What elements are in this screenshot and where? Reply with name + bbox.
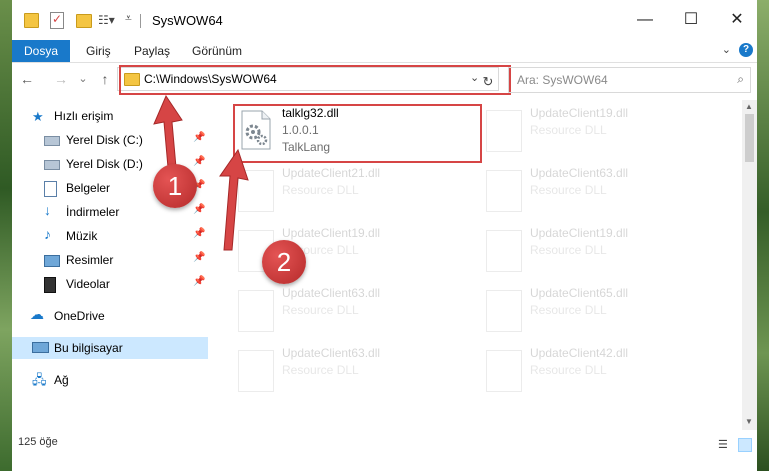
quick-access-dropdown-icon[interactable]: ⩡: [125, 11, 132, 26]
vertical-scrollbar[interactable]: ▲ ▼: [742, 100, 757, 430]
properties-icon[interactable]: ✓: [50, 12, 64, 29]
scrollbar-thumb[interactable]: [745, 114, 754, 162]
file-highlight-box: [233, 104, 482, 163]
new-folder-icon[interactable]: [76, 14, 92, 28]
sidebar-item-label: İndirmeler: [66, 205, 120, 219]
drive-icon: [44, 160, 60, 170]
recent-locations-button[interactable]: ⌄: [74, 70, 92, 88]
ribbon-tabs: Dosya Giriş Paylaş Görünüm ⌄ ?: [12, 40, 757, 63]
dll-file-icon: [486, 350, 522, 392]
title-divider: [140, 14, 141, 28]
music-icon: ♪: [44, 226, 51, 242]
sidebar-item-label: Müzik: [66, 229, 98, 243]
search-input[interactable]: Ara: SysWOW64: [517, 73, 608, 87]
tab-paylas[interactable]: Paylaş: [134, 40, 170, 62]
file-description: Resource DLL: [282, 303, 359, 317]
search-icon[interactable]: ⌕: [737, 72, 744, 87]
computer-icon: [32, 342, 49, 353]
file-name: UpdateClient63.dll: [282, 346, 381, 360]
file-item[interactable]: UpdateClient21.dll Resource DLL: [232, 164, 462, 222]
tiles-view-icon[interactable]: [738, 438, 752, 452]
file-description: Resource DLL: [530, 363, 607, 377]
file-description: Resource DLL: [530, 243, 607, 257]
download-icon: ↓: [44, 202, 51, 218]
file-item[interactable]: UpdateClient19.dll Resource DLL: [480, 224, 710, 282]
file-item[interactable]: UpdateClient63.dll Resource DLL: [232, 284, 462, 342]
sidebar-item-label: Resimler: [66, 253, 114, 267]
search-box[interactable]: Ara: SysWOW64 ⌕: [508, 67, 751, 93]
sidebar-item-label: Belgeler: [66, 181, 111, 195]
file-item[interactable]: UpdateClient65.dll Resource DLL: [480, 284, 710, 342]
file-description: Resource DLL: [530, 183, 607, 197]
refresh-button[interactable]: ↻: [479, 73, 497, 91]
file-item[interactable]: UpdateClient19.dll Resource DLL: [480, 104, 710, 162]
step-1-badge: 1: [153, 164, 197, 208]
sidebar-item-network[interactable]: 🖧 Ağ: [12, 369, 208, 391]
dll-file-icon: [486, 230, 522, 272]
dll-file-icon: [486, 170, 522, 212]
dll-file-icon: [486, 110, 522, 152]
status-bar: 125 öğe ☰: [12, 430, 757, 452]
annotation-arrows: [153, 94, 249, 251]
drive-icon: [44, 136, 60, 146]
tab-dosya[interactable]: Dosya: [12, 40, 70, 62]
star-icon: ★: [32, 109, 44, 124]
file-name: UpdateClient63.dll: [282, 286, 381, 300]
file-item[interactable]: UpdateClient42.dll Resource DLL: [480, 344, 710, 402]
file-description: Resource DLL: [530, 123, 607, 137]
folder-icon: [24, 13, 39, 28]
file-name: UpdateClient19.dll: [530, 106, 629, 120]
file-name: UpdateClient42.dll: [530, 346, 629, 360]
close-button[interactable]: ✕: [714, 8, 760, 32]
pictures-icon: [44, 255, 60, 267]
minimize-button[interactable]: —: [622, 8, 668, 32]
desktop-background-left: [0, 0, 12, 471]
file-name: UpdateClient63.dll: [530, 166, 629, 180]
details-view-icon[interactable]: ☰: [718, 438, 730, 451]
file-name: UpdateClient65.dll: [530, 286, 629, 300]
network-icon: 🖧: [32, 372, 47, 387]
help-icon[interactable]: ?: [739, 43, 753, 57]
back-button[interactable]: ←: [18, 70, 36, 88]
sidebar-item-label: Videolar: [66, 277, 110, 291]
forward-button[interactable]: →: [52, 70, 70, 88]
item-count: 125 öğe: [18, 436, 58, 448]
file-name: UpdateClient19.dll: [530, 226, 629, 240]
sidebar-item-label: OneDrive: [54, 309, 105, 323]
sidebar-item-label: Ağ: [54, 373, 69, 387]
customize-toolbar-icon[interactable]: ☷▾: [98, 13, 115, 27]
dll-file-icon: [238, 350, 274, 392]
window-title: SysWOW64: [152, 13, 223, 28]
step-2-badge: 2: [262, 240, 306, 284]
dll-file-icon: [486, 290, 522, 332]
file-description: Resource DLL: [530, 303, 607, 317]
file-name: UpdateClient19.dll: [282, 226, 381, 240]
file-description: Resource DLL: [282, 183, 359, 197]
sidebar-item-label: Bu bilgisayar: [54, 341, 123, 355]
title-bar: ✓ ☷▾ ⩡ SysWOW64 — ☐ ✕: [12, 0, 757, 40]
expand-ribbon-icon[interactable]: ⌄: [722, 43, 731, 56]
videos-icon: [44, 277, 56, 293]
up-button[interactable]: ↑: [96, 70, 114, 88]
maximize-button[interactable]: ☐: [668, 8, 714, 32]
desktop-background-right: [757, 0, 769, 471]
file-item[interactable]: UpdateClient63.dll Resource DLL: [232, 344, 462, 402]
tab-giris[interactable]: Giriş: [86, 40, 111, 62]
sidebar-item-this-pc[interactable]: Bu bilgisayar: [12, 337, 208, 359]
cloud-icon: ☁: [30, 306, 44, 322]
tab-gorunum[interactable]: Görünüm: [192, 40, 242, 62]
file-item[interactable]: UpdateClient63.dll Resource DLL: [480, 164, 710, 222]
file-description: Resource DLL: [282, 363, 359, 377]
scroll-up-icon[interactable]: ▲: [745, 102, 753, 111]
file-name: UpdateClient21.dll: [282, 166, 381, 180]
scroll-down-icon[interactable]: ▼: [745, 417, 753, 426]
navigation-bar: ← → ⌄ ↑ C:\Windows\SysWOW64 ⌄ ↻ Ara: Sys…: [12, 63, 757, 95]
sidebar-item-label: Hızlı erişim: [54, 109, 114, 123]
documents-icon: [44, 181, 57, 197]
explorer-window: ✓ ☷▾ ⩡ SysWOW64 — ☐ ✕ Dosya Giriş Paylaş…: [12, 0, 757, 471]
